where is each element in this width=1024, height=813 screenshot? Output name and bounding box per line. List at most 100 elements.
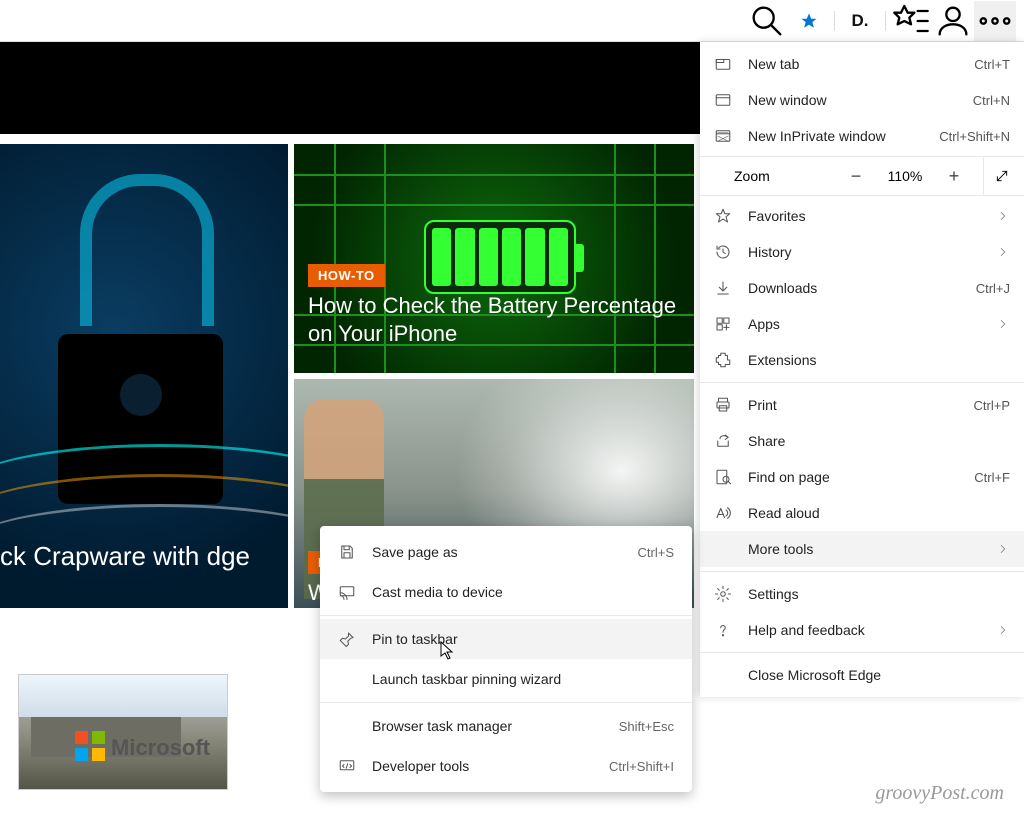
menu-label: Close Microsoft Edge bbox=[748, 667, 1010, 683]
menu-new-tab[interactable]: New tab Ctrl+T bbox=[700, 46, 1024, 82]
menu-divider bbox=[700, 652, 1024, 653]
star-icon bbox=[714, 207, 732, 225]
devtools-icon bbox=[338, 757, 356, 775]
favorites-star-icon[interactable] bbox=[788, 1, 830, 41]
menu-label: History bbox=[748, 244, 980, 260]
favorites-list-icon[interactable] bbox=[890, 1, 932, 41]
chevron-right-icon bbox=[996, 245, 1010, 259]
article-card-battery[interactable]: HOW-TO How to Check the Battery Percenta… bbox=[294, 144, 694, 373]
menu-shortcut: Ctrl+F bbox=[974, 470, 1010, 485]
submenu-task-manager[interactable]: Browser task manager Shift+Esc bbox=[320, 706, 692, 746]
category-tag: HOW-TO bbox=[308, 264, 385, 287]
chevron-right-icon bbox=[996, 542, 1010, 556]
submenu-pin-to-taskbar[interactable]: Pin to taskbar bbox=[320, 619, 692, 659]
zoom-label: Zoom bbox=[714, 168, 831, 184]
more-menu-button[interactable] bbox=[974, 1, 1016, 41]
menu-label: Favorites bbox=[748, 208, 980, 224]
pin-icon bbox=[338, 630, 356, 648]
menu-label: Find on page bbox=[748, 469, 958, 485]
window-icon bbox=[714, 91, 732, 109]
menu-label: More tools bbox=[748, 541, 980, 557]
fullscreen-button[interactable] bbox=[983, 157, 1010, 195]
article-card-crapware[interactable]: ck Crapware with dge bbox=[0, 144, 288, 608]
blank-icon bbox=[338, 717, 356, 735]
menu-read-aloud[interactable]: Read aloud bbox=[700, 495, 1024, 531]
submenu-developer-tools[interactable]: Developer tools Ctrl+Shift+I bbox=[320, 746, 692, 786]
extensions-icon bbox=[714, 351, 732, 369]
menu-favorites[interactable]: Favorites bbox=[700, 198, 1024, 234]
menu-divider bbox=[700, 571, 1024, 572]
apps-icon bbox=[714, 315, 732, 333]
inprivate-icon bbox=[714, 127, 732, 145]
menu-more-tools[interactable]: More tools bbox=[700, 531, 1024, 567]
mouse-cursor-icon bbox=[440, 641, 456, 661]
menu-label: New tab bbox=[748, 56, 958, 72]
more-tools-submenu: Save page as Ctrl+S Cast media to device… bbox=[320, 526, 692, 792]
menu-label: Apps bbox=[748, 316, 980, 332]
submenu-divider bbox=[320, 702, 692, 703]
menu-history[interactable]: History bbox=[700, 234, 1024, 270]
microsoft-logo-icon bbox=[75, 731, 105, 761]
submenu-label: Save page as bbox=[372, 544, 622, 560]
article-title: How to Check the Battery Percentage on Y… bbox=[308, 292, 694, 347]
submenu-launch-pinning-wizard[interactable]: Launch taskbar pinning wizard bbox=[320, 659, 692, 699]
menu-label: New InPrivate window bbox=[748, 128, 923, 144]
menu-downloads[interactable]: Downloads Ctrl+J bbox=[700, 270, 1024, 306]
settings-and-more-menu: New tab Ctrl+T New window Ctrl+N New InP… bbox=[700, 42, 1024, 697]
extension-d-icon[interactable]: D. bbox=[839, 1, 881, 41]
submenu-shortcut: Ctrl+S bbox=[638, 545, 674, 560]
zoom-in-button[interactable]: + bbox=[937, 161, 971, 191]
search-icon[interactable] bbox=[746, 1, 788, 41]
submenu-shortcut: Shift+Esc bbox=[619, 719, 674, 734]
menu-find[interactable]: Find on page Ctrl+F bbox=[700, 459, 1024, 495]
submenu-label: Developer tools bbox=[372, 758, 593, 774]
menu-help[interactable]: Help and feedback bbox=[700, 612, 1024, 648]
find-icon bbox=[714, 468, 732, 486]
help-icon bbox=[714, 621, 732, 639]
menu-new-window[interactable]: New window Ctrl+N bbox=[700, 82, 1024, 118]
microsoft-logo-text: Microsoft bbox=[111, 735, 210, 761]
menu-close-edge[interactable]: Close Microsoft Edge bbox=[700, 657, 1024, 693]
submenu-label: Browser task manager bbox=[372, 718, 603, 734]
menu-new-inprivate[interactable]: New InPrivate window Ctrl+Shift+N bbox=[700, 118, 1024, 154]
menu-label: Share bbox=[748, 433, 1010, 449]
cast-icon bbox=[338, 583, 356, 601]
menu-zoom-row: Zoom − 110% + bbox=[700, 156, 1024, 196]
menu-label: Read aloud bbox=[748, 505, 1010, 521]
history-icon bbox=[714, 243, 732, 261]
divider bbox=[834, 11, 835, 31]
blank-icon bbox=[714, 666, 732, 684]
print-icon bbox=[714, 396, 732, 414]
menu-label: Settings bbox=[748, 586, 1010, 602]
menu-shortcut: Ctrl+T bbox=[974, 57, 1010, 72]
menu-label: Extensions bbox=[748, 352, 1010, 368]
download-icon bbox=[714, 279, 732, 297]
menu-label: Help and feedback bbox=[748, 622, 980, 638]
submenu-label: Launch taskbar pinning wizard bbox=[372, 671, 674, 687]
menu-divider bbox=[700, 382, 1024, 383]
read-aloud-icon bbox=[714, 504, 732, 522]
divider bbox=[885, 11, 886, 31]
menu-label: Downloads bbox=[748, 280, 960, 296]
menu-label: New window bbox=[748, 92, 957, 108]
menu-shortcut: Ctrl+Shift+N bbox=[939, 129, 1010, 144]
profile-avatar-icon[interactable] bbox=[932, 1, 974, 41]
menu-shortcut: Ctrl+P bbox=[974, 398, 1010, 413]
menu-extensions[interactable]: Extensions bbox=[700, 342, 1024, 378]
submenu-label: Pin to taskbar bbox=[372, 631, 674, 647]
menu-shortcut: Ctrl+J bbox=[976, 281, 1010, 296]
save-icon bbox=[338, 543, 356, 561]
submenu-cast-media[interactable]: Cast media to device bbox=[320, 572, 692, 612]
submenu-save-page-as[interactable]: Save page as Ctrl+S bbox=[320, 532, 692, 572]
gear-icon bbox=[714, 585, 732, 603]
menu-shortcut: Ctrl+N bbox=[973, 93, 1010, 108]
microsoft-building-thumb[interactable]: Microsoft bbox=[18, 674, 228, 790]
menu-settings[interactable]: Settings bbox=[700, 576, 1024, 612]
menu-apps[interactable]: Apps bbox=[700, 306, 1024, 342]
zoom-out-button[interactable]: − bbox=[839, 161, 873, 191]
new-tab-icon bbox=[714, 55, 732, 73]
watermark: groovyPost.com bbox=[875, 782, 1004, 805]
submenu-divider bbox=[320, 615, 692, 616]
menu-share[interactable]: Share bbox=[700, 423, 1024, 459]
menu-print[interactable]: Print Ctrl+P bbox=[700, 387, 1024, 423]
